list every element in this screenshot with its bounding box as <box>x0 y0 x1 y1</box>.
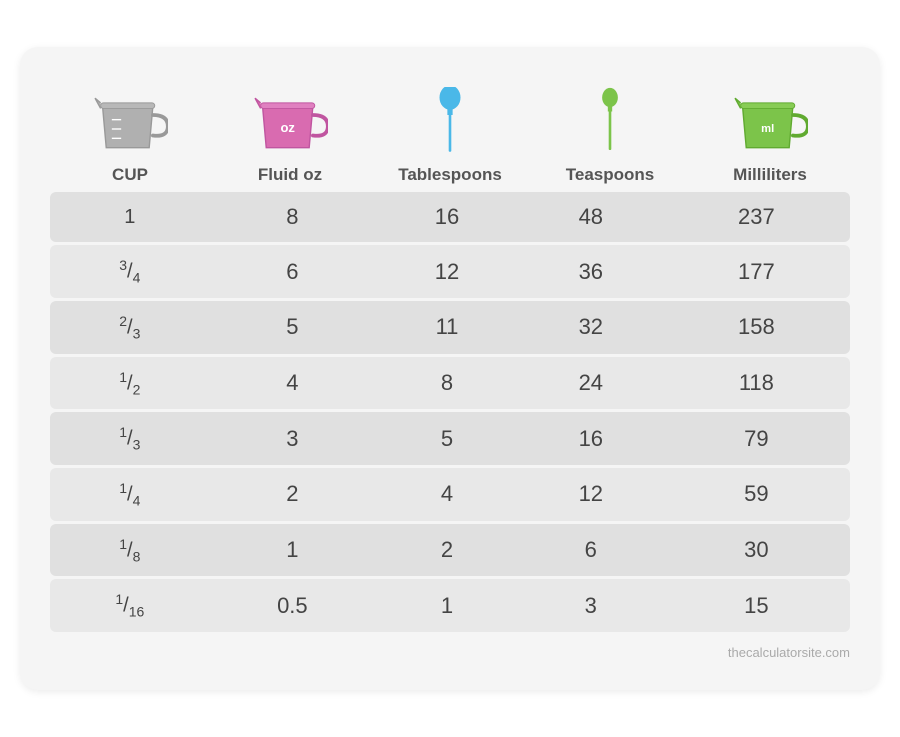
cell-cup: 1 <box>50 192 210 242</box>
table-row: 2/3 5 11 32 158 <box>50 301 850 354</box>
cell-tbsp: 4 <box>375 468 519 521</box>
svg-text:oz: oz <box>280 120 295 135</box>
col-header-tsp: Teaspoons <box>530 67 690 185</box>
cell-tbsp: 16 <box>375 192 519 242</box>
col-header-ml: ml Milliliters <box>690 67 850 185</box>
cell-tsp: 48 <box>519 192 663 242</box>
table-row: 1/2 4 8 24 118 <box>50 357 850 410</box>
table-row: 3/4 6 12 36 177 <box>50 245 850 298</box>
table-row: 1/8 1 2 6 30 <box>50 524 850 577</box>
cell-tsp: 32 <box>519 301 663 354</box>
cell-cup: 1/3 <box>50 412 210 465</box>
ml-label: Milliliters <box>733 165 807 185</box>
table-row: 1/3 3 5 16 79 <box>50 412 850 465</box>
cell-ml: 30 <box>663 524 850 577</box>
conversion-table: 1 8 16 48 237 3/4 6 12 36 177 2/3 5 11 3… <box>50 189 850 635</box>
cell-floz: 3 <box>210 412 376 465</box>
conversion-card: CUP oz Fluid oz <box>20 47 880 690</box>
table-row: 1/4 2 4 12 59 <box>50 468 850 521</box>
cell-tsp: 16 <box>519 412 663 465</box>
cell-floz: 6 <box>210 245 376 298</box>
cell-floz: 2 <box>210 468 376 521</box>
tsp-label: Teaspoons <box>566 165 654 185</box>
cell-floz: 1 <box>210 524 376 577</box>
cell-tbsp: 1 <box>375 579 519 632</box>
cell-tbsp: 5 <box>375 412 519 465</box>
cell-tsp: 6 <box>519 524 663 577</box>
cell-floz: 0.5 <box>210 579 376 632</box>
header-row: CUP oz Fluid oz <box>50 67 850 185</box>
cell-floz: 8 <box>210 192 376 242</box>
col-header-floz: oz Fluid oz <box>210 67 370 185</box>
cell-cup: 1/8 <box>50 524 210 577</box>
col-header-tbsp: Tablespoons <box>370 67 530 185</box>
cell-tsp: 3 <box>519 579 663 632</box>
watermark: thecalculatorsite.com <box>50 645 850 660</box>
cell-tsp: 36 <box>519 245 663 298</box>
cell-ml: 59 <box>663 468 850 521</box>
floz-icon-area: oz <box>253 67 328 157</box>
floz-label: Fluid oz <box>258 165 322 185</box>
cell-tbsp: 11 <box>375 301 519 354</box>
tbsp-icon-area <box>431 67 469 157</box>
tbsp-label: Tablespoons <box>398 165 502 185</box>
cell-tbsp: 2 <box>375 524 519 577</box>
cell-floz: 5 <box>210 301 376 354</box>
table-row: 1 8 16 48 237 <box>50 192 850 242</box>
cell-ml: 177 <box>663 245 850 298</box>
cell-ml: 158 <box>663 301 850 354</box>
cell-tsp: 24 <box>519 357 663 410</box>
svg-text:ml: ml <box>761 123 774 135</box>
cell-ml: 237 <box>663 192 850 242</box>
tsp-icon-area <box>594 67 626 157</box>
cell-tbsp: 8 <box>375 357 519 410</box>
cell-cup: 1/4 <box>50 468 210 521</box>
cell-cup: 2/3 <box>50 301 210 354</box>
col-header-cup: CUP <box>50 67 210 185</box>
cell-ml: 79 <box>663 412 850 465</box>
cell-tsp: 12 <box>519 468 663 521</box>
table-row: 1/16 0.5 1 3 15 <box>50 579 850 632</box>
cell-floz: 4 <box>210 357 376 410</box>
cell-ml: 15 <box>663 579 850 632</box>
cell-cup: 3/4 <box>50 245 210 298</box>
cup-label: CUP <box>112 165 148 185</box>
cell-ml: 118 <box>663 357 850 410</box>
ml-icon-area: ml <box>733 67 808 157</box>
cell-cup: 1/2 <box>50 357 210 410</box>
cell-tbsp: 12 <box>375 245 519 298</box>
cell-cup: 1/16 <box>50 579 210 632</box>
cup-icon-area <box>93 67 168 157</box>
